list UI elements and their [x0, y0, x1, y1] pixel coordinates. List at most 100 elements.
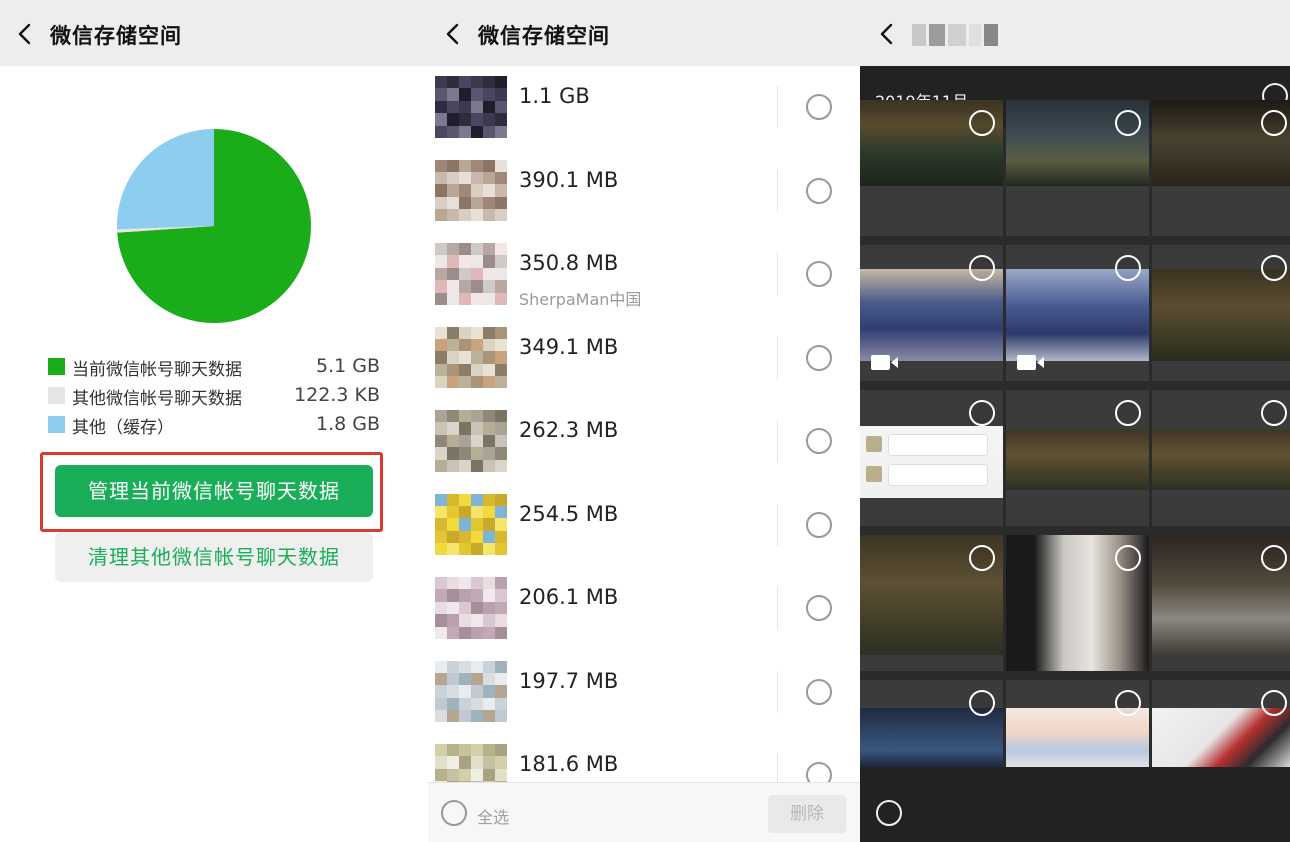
- media-image: [1006, 708, 1149, 768]
- delete-button[interactable]: 删除: [768, 795, 846, 833]
- blurred-avatar: [435, 159, 507, 222]
- chat-row[interactable]: 350.8 MB SherpaMan中国: [428, 235, 860, 319]
- bottom-action-bar: [860, 767, 1290, 842]
- chevron-left-icon[interactable]: [14, 22, 36, 46]
- select-radio[interactable]: [1115, 110, 1141, 136]
- blurred-avatar: [435, 326, 507, 389]
- select-radio[interactable]: [1261, 690, 1287, 716]
- media-thumbnail[interactable]: [1152, 100, 1290, 236]
- media-thumbnail[interactable]: [1006, 100, 1149, 236]
- legend-label: 其他（缓存）: [72, 418, 174, 438]
- select-radio[interactable]: [806, 511, 832, 538]
- chat-size: 349.1 MB: [519, 334, 619, 359]
- video-camera-icon: [1017, 355, 1044, 370]
- media-thumbnail[interactable]: [860, 535, 1003, 671]
- legend-item-other-accounts: 其他微信帐号聊天数据 122.3 KB: [48, 383, 380, 409]
- media-thumbnail[interactable]: [1006, 535, 1149, 671]
- clean-other-accounts-button[interactable]: 清理其他微信帐号聊天数据: [55, 532, 373, 582]
- blurred-avatar: [435, 410, 507, 472]
- media-image: [1006, 430, 1149, 490]
- top-bar: 微信存储空间: [0, 0, 428, 66]
- select-radio[interactable]: [806, 678, 832, 705]
- media-thumbnail[interactable]: [1006, 390, 1149, 526]
- chevron-left-icon[interactable]: [876, 22, 898, 46]
- select-radio[interactable]: [969, 110, 995, 136]
- legend-value: 1.8 GB: [315, 413, 380, 435]
- manage-current-account-button[interactable]: 管理当前微信帐号聊天数据: [55, 465, 373, 517]
- chat-row[interactable]: 390.1 MB: [428, 152, 860, 236]
- divider: [777, 169, 778, 212]
- media-thumbnail[interactable]: [1152, 245, 1290, 381]
- chat-name: SherpaMan中国: [519, 290, 642, 309]
- select-radio[interactable]: [806, 177, 832, 204]
- legend-item-cache: 其他（缓存） 1.8 GB: [48, 412, 380, 438]
- select-radio[interactable]: [969, 255, 995, 281]
- media-image: [1152, 269, 1290, 361]
- blurred-avatar: [435, 577, 507, 639]
- select-radio[interactable]: [969, 690, 995, 716]
- media-thumbnail[interactable]: [860, 390, 1003, 526]
- select-radio[interactable]: [806, 261, 832, 287]
- select-radio[interactable]: [1115, 690, 1141, 716]
- top-bar: 微信存储空间: [428, 0, 860, 66]
- bottom-action-bar: 全选 删除: [428, 782, 860, 842]
- select-radio[interactable]: [806, 94, 832, 120]
- select-radio[interactable]: [1115, 255, 1141, 281]
- media-image: [1152, 708, 1290, 768]
- blurred-avatar: [435, 243, 507, 305]
- chat-row[interactable]: 1.1 GB: [428, 68, 860, 152]
- select-radio[interactable]: [806, 595, 832, 621]
- divider: [777, 336, 778, 379]
- chat-row[interactable]: 254.5 MB: [428, 486, 860, 570]
- chat-size: 262.3 MB: [519, 418, 619, 442]
- message-bubble: [888, 434, 988, 456]
- storage-pie-chart: [116, 129, 312, 323]
- chevron-left-icon[interactable]: [442, 22, 464, 46]
- legend-swatch: [48, 358, 65, 375]
- legend-value: 5.1 GB: [315, 355, 380, 377]
- select-radio[interactable]: [969, 545, 995, 571]
- message-bubble: [888, 464, 988, 486]
- chat-storage-list-screen: 微信存储空间 1.1 GB 390.1 MB 350.8 MB SherpaMan中国…: [428, 0, 860, 842]
- chat-size: 206.1 MB: [519, 585, 619, 609]
- blurred-avatar: [435, 660, 507, 723]
- chat-row[interactable]: 197.7 MB: [428, 653, 860, 737]
- chat-size: 1.1 GB: [519, 84, 590, 108]
- pie-slice-cache: [116, 129, 214, 230]
- select-all-radio[interactable]: [876, 800, 902, 826]
- media-image: [1152, 430, 1290, 490]
- select-all-label[interactable]: 全选: [477, 804, 509, 828]
- chat-media-screen: 2019年11月: [860, 0, 1290, 842]
- select-radio[interactable]: [1115, 400, 1141, 426]
- select-radio[interactable]: [806, 428, 832, 454]
- divider: [777, 420, 778, 462]
- media-thumbnail[interactable]: [1152, 390, 1290, 526]
- blurred-chat-name: [912, 24, 1000, 46]
- chat-row[interactable]: 206.1 MB: [428, 569, 860, 653]
- legend-label: 当前微信帐号聊天数据: [72, 360, 242, 380]
- legend-label: 其他微信帐号聊天数据: [72, 389, 242, 409]
- select-radio[interactable]: [806, 344, 832, 371]
- select-radio[interactable]: [1115, 545, 1141, 571]
- divider: [777, 587, 778, 629]
- media-thumbnail[interactable]: [860, 245, 1003, 381]
- blurred-avatar: [435, 76, 507, 138]
- chat-row[interactable]: 349.1 MB: [428, 319, 860, 403]
- select-radio[interactable]: [969, 400, 995, 426]
- select-radio[interactable]: [1261, 110, 1287, 136]
- media-image: [860, 708, 1003, 768]
- select-radio[interactable]: [1261, 255, 1287, 281]
- chat-size: 197.7 MB: [519, 668, 619, 693]
- chat-size: 350.8 MB: [519, 251, 619, 275]
- divider: [777, 253, 778, 295]
- media-thumbnail[interactable]: [860, 100, 1003, 236]
- blurred-avatar: [435, 493, 507, 556]
- select-all-radio[interactable]: [441, 800, 467, 826]
- select-radio[interactable]: [1261, 400, 1287, 426]
- legend-value: 122.3 KB: [294, 384, 380, 406]
- media-image: [1006, 269, 1149, 361]
- chat-row[interactable]: 262.3 MB: [428, 402, 860, 486]
- media-thumbnail[interactable]: [1152, 535, 1290, 671]
- media-thumbnail[interactable]: [1006, 245, 1149, 381]
- select-radio[interactable]: [1261, 545, 1287, 571]
